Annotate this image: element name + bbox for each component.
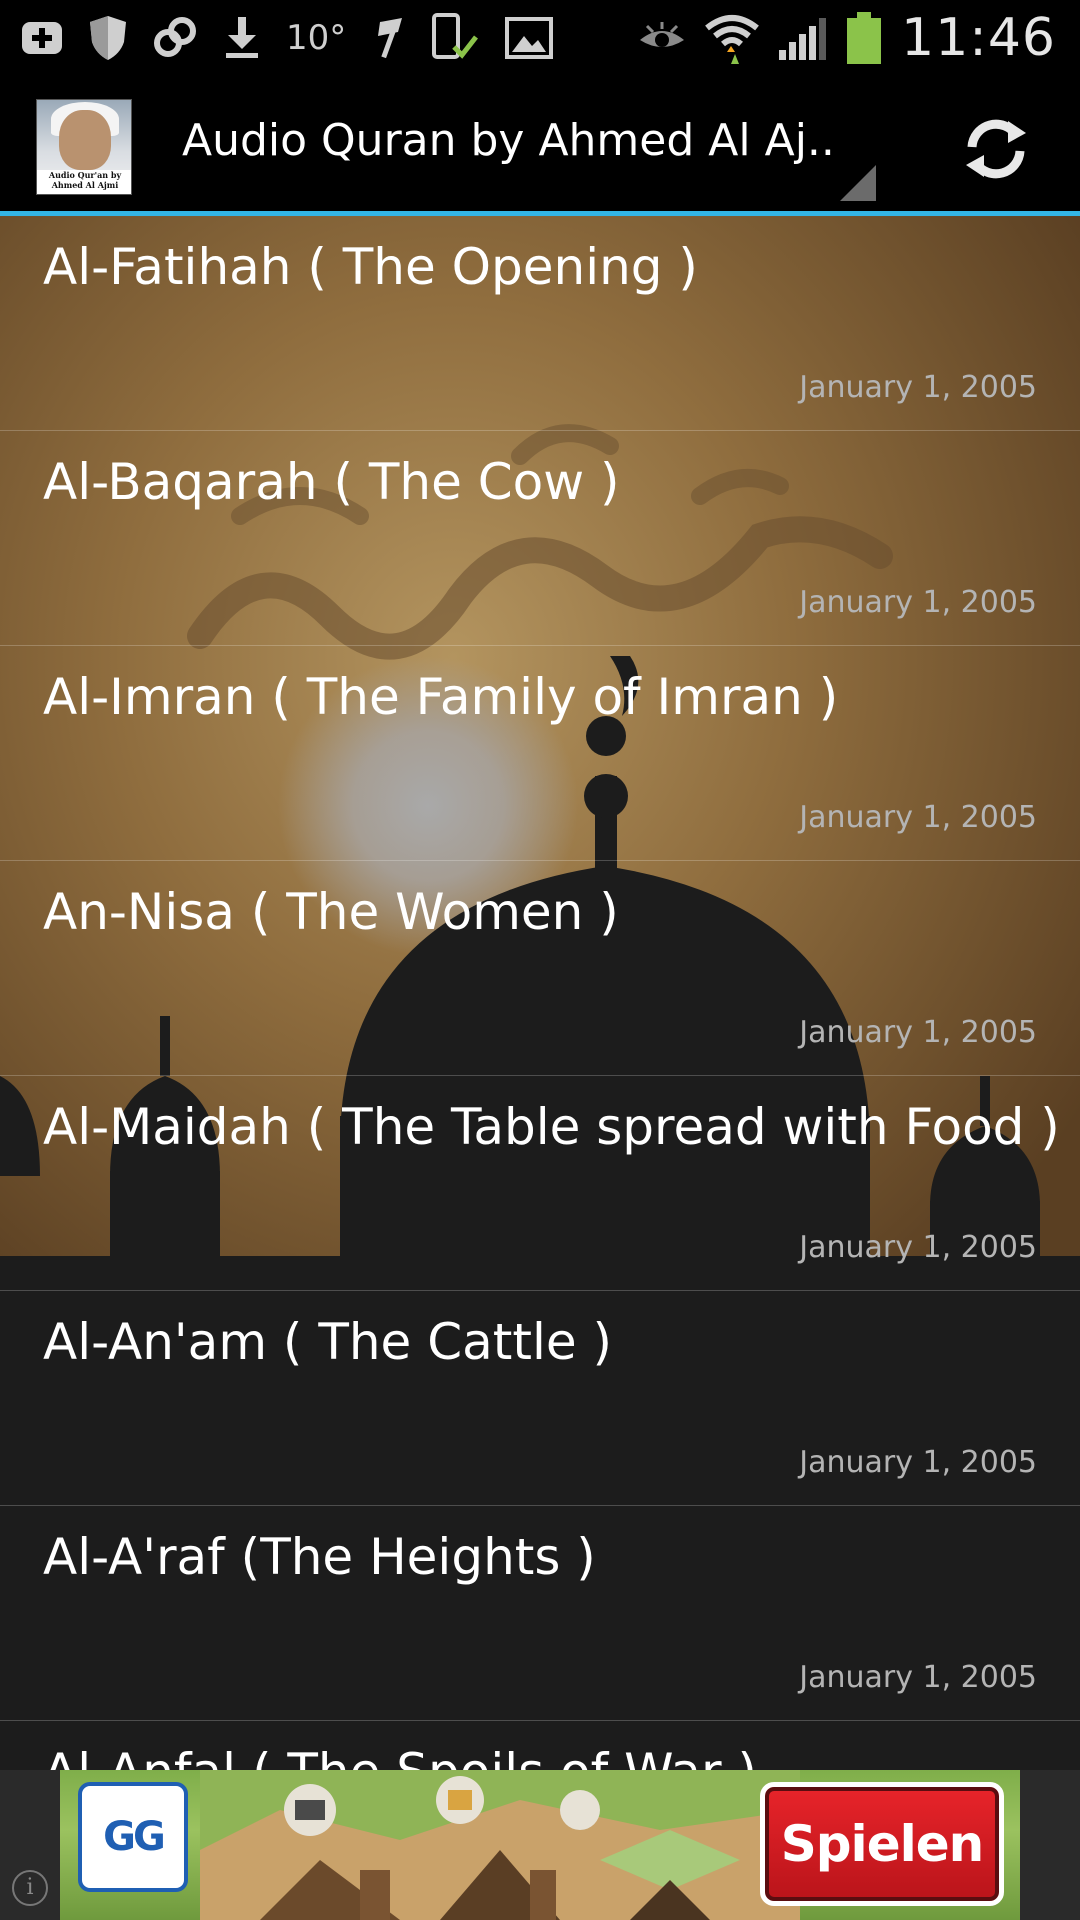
surah-date: January 1, 2005 bbox=[799, 370, 1037, 405]
ad-area: i GG Spielen bbox=[0, 1770, 1080, 1920]
sync-link-icon bbox=[152, 12, 198, 64]
list-item[interactable]: Al-Maidah ( The Table spread with Food )… bbox=[0, 1076, 1080, 1291]
ad-info-icon[interactable]: i bbox=[12, 1870, 48, 1906]
action-bar: Audio Qur'an by Ahmed Al Ajmi Audio Qura… bbox=[0, 75, 1080, 216]
ad-logo-text: GG bbox=[103, 1814, 166, 1860]
app-icon[interactable]: Audio Qur'an by Ahmed Al Ajmi bbox=[36, 99, 132, 195]
surah-title: Al-Anfal ( The Spoils of War ) bbox=[43, 1743, 757, 1770]
status-bar: 10° 11:46 bbox=[0, 0, 1080, 75]
list-item[interactable]: Al-An'am ( The Cattle ) January 1, 2005 bbox=[0, 1291, 1080, 1506]
eye-icon bbox=[637, 12, 687, 64]
download-icon bbox=[222, 12, 262, 64]
phone-check-icon bbox=[430, 12, 480, 64]
ad-logo: GG bbox=[78, 1782, 188, 1892]
app-title-spinner[interactable]: Audio Quran by Ahmed Al Aj.. bbox=[182, 115, 835, 166]
surah-title: An-Nisa ( The Women ) bbox=[43, 883, 619, 941]
shield-icon bbox=[88, 12, 128, 64]
list-item[interactable]: Al-Baqarah ( The Cow ) January 1, 2005 bbox=[0, 431, 1080, 646]
surah-date: January 1, 2005 bbox=[799, 1015, 1037, 1050]
list-item[interactable]: An-Nisa ( The Women ) January 1, 2005 bbox=[0, 861, 1080, 1076]
list-item[interactable]: Al-Imran ( The Family of Imran ) January… bbox=[0, 646, 1080, 861]
surah-date: January 1, 2005 bbox=[799, 1230, 1037, 1265]
clock: 11:46 bbox=[901, 7, 1056, 68]
surah-title: Al-A'raf (The Heights ) bbox=[43, 1528, 596, 1586]
image-icon bbox=[504, 12, 554, 64]
list-item[interactable]: Al-Fatihah ( The Opening ) January 1, 20… bbox=[0, 216, 1080, 431]
refresh-button[interactable] bbox=[956, 109, 1036, 189]
spinner-indicator-icon bbox=[840, 165, 876, 201]
surah-title: Al-Maidah ( The Table spread with Food ) bbox=[43, 1098, 1060, 1156]
list-item[interactable]: Al-A'raf (The Heights ) January 1, 2005 bbox=[0, 1506, 1080, 1721]
surah-date: January 1, 2005 bbox=[799, 800, 1037, 835]
refresh-icon bbox=[966, 119, 1026, 179]
add-icon bbox=[20, 12, 64, 64]
flag-icon bbox=[370, 12, 406, 64]
temperature-text: 10° bbox=[286, 17, 347, 58]
wifi-icon bbox=[705, 12, 760, 64]
list-item[interactable]: Al-Anfal ( The Spoils of War ) bbox=[0, 1721, 1080, 1770]
surah-list-area[interactable]: Al-Fatihah ( The Opening ) January 1, 20… bbox=[0, 216, 1080, 1770]
ad-play-button-label: Spielen bbox=[780, 1815, 984, 1873]
ad-game-artwork bbox=[200, 1770, 800, 1920]
app-icon-caption: Audio Qur'an by Ahmed Al Ajmi bbox=[37, 170, 131, 194]
surah-title: Al-Fatihah ( The Opening ) bbox=[43, 238, 698, 296]
surah-title: Al-Imran ( The Family of Imran ) bbox=[43, 668, 839, 726]
surah-title: Al-Baqarah ( The Cow ) bbox=[43, 453, 620, 511]
surah-date: January 1, 2005 bbox=[799, 1660, 1037, 1695]
signal-icon bbox=[777, 12, 827, 64]
surah-date: January 1, 2005 bbox=[799, 1445, 1037, 1480]
ad-play-button[interactable]: Spielen bbox=[760, 1782, 1004, 1906]
surah-list: Al-Fatihah ( The Opening ) January 1, 20… bbox=[0, 216, 1080, 1770]
surah-title: Al-An'am ( The Cattle ) bbox=[43, 1313, 613, 1371]
surah-date: January 1, 2005 bbox=[799, 585, 1037, 620]
battery-icon bbox=[845, 11, 883, 64]
ad-banner[interactable]: GG Spielen bbox=[60, 1770, 1020, 1920]
